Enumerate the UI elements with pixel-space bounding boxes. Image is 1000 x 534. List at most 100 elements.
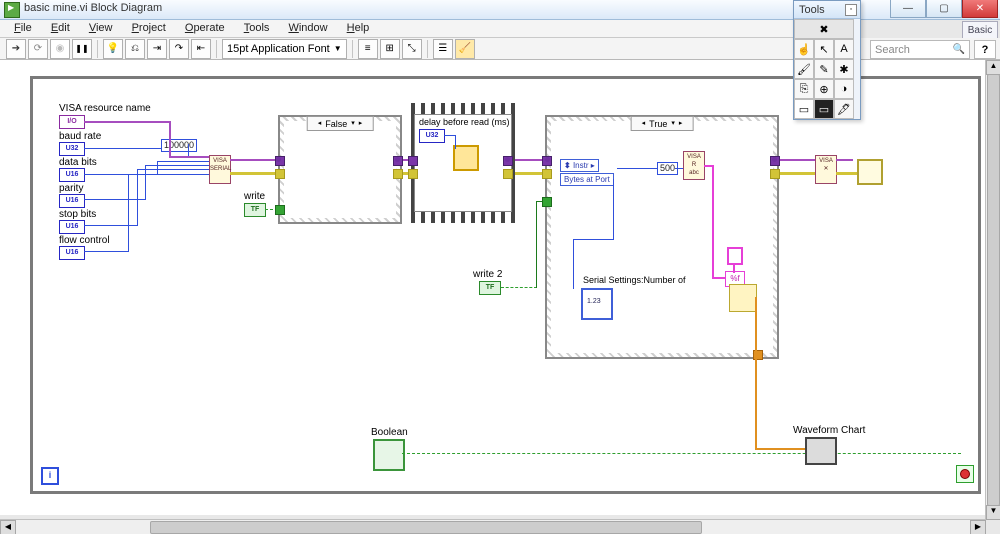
scroll-up-icon[interactable]: ▲ xyxy=(986,60,1000,75)
menu-operate[interactable]: Operate xyxy=(177,20,233,36)
pause-button[interactable] xyxy=(72,39,92,59)
write2-terminal[interactable]: TF xyxy=(479,281,501,295)
block-diagram-canvas[interactable]: VISA resource name I/O baud rate U32 dat… xyxy=(0,60,1000,515)
menu-view[interactable]: View xyxy=(81,20,121,36)
toolbar-separator xyxy=(97,40,98,58)
flow-control-terminal[interactable]: U16 xyxy=(59,246,85,260)
case-next-icon[interactable]: ▸ xyxy=(359,118,363,130)
visa-resource-terminal[interactable]: I/O xyxy=(59,115,85,129)
simple-error-handler-node[interactable] xyxy=(857,159,883,185)
search-input[interactable]: Search 🔍 xyxy=(870,40,970,59)
run-button[interactable] xyxy=(6,39,26,59)
case-selector-true[interactable]: ◂ True ▾ ▸ xyxy=(631,116,694,131)
tool-wiring[interactable]: 🖌 xyxy=(794,59,814,79)
wire xyxy=(157,161,209,162)
tool-coloring[interactable]: 🖋 xyxy=(834,99,854,119)
junction xyxy=(772,157,777,162)
abort-button[interactable] xyxy=(50,39,70,59)
distribute-button[interactable]: ⊞ xyxy=(380,39,400,59)
tool-scroll[interactable]: ✱ xyxy=(834,59,854,79)
context-help-button[interactable]: ? xyxy=(974,40,996,59)
tool-auto[interactable]: ✖ xyxy=(794,19,854,39)
tool-text[interactable]: A xyxy=(834,39,854,59)
align-button[interactable]: ≡ xyxy=(358,39,378,59)
tool-color-copy[interactable]: ◑ xyxy=(834,79,854,99)
tools-palette[interactable]: Tools ▫ ✖ ☝ ↖ A 🖌 ✎ ✱ ⎘ ⊕ ◑ ▭ ▭ 🖋 xyxy=(793,0,861,120)
palette-pin-icon[interactable]: ▫ xyxy=(845,4,857,16)
scroll-right-icon[interactable]: ▶ xyxy=(970,520,986,534)
while-loop[interactable]: VISA resource name I/O baud rate U32 dat… xyxy=(30,76,981,494)
scroll-thumb[interactable] xyxy=(150,521,702,534)
resize-button[interactable]: ⤡ xyxy=(402,39,422,59)
bytes-at-port-property[interactable]: Bytes at Port xyxy=(560,173,614,186)
wait-ms-node[interactable] xyxy=(453,145,479,171)
step-over-button[interactable]: ↷ xyxy=(169,39,189,59)
case-prev-icon[interactable]: ◂ xyxy=(318,118,322,130)
case-next-icon[interactable]: ▸ xyxy=(679,118,683,130)
waveform-chart-label: Waveform Chart xyxy=(793,425,865,436)
wire xyxy=(536,201,537,288)
baud-constant[interactable]: 100000 xyxy=(161,139,197,152)
case-structure-read[interactable]: ◂ True ▾ ▸ xyxy=(545,115,779,359)
step-into-button[interactable]: ⇥ xyxy=(147,39,167,59)
tool-fgcolor[interactable]: ▭ xyxy=(794,99,814,119)
tool-probe[interactable]: ⊕ xyxy=(814,79,834,99)
menu-tools[interactable]: Tools xyxy=(236,20,278,36)
menu-help[interactable]: Help xyxy=(339,20,378,36)
window-close-button[interactable]: ✕ xyxy=(962,0,998,18)
scroll-down-icon[interactable]: ▼ xyxy=(986,505,1000,520)
serial-settings-indicator[interactable] xyxy=(581,288,613,320)
flat-sequence[interactable]: delay before read (ms) U32 xyxy=(411,103,515,223)
tool-operate[interactable]: ☝ xyxy=(794,39,814,59)
highlight-exec-button[interactable] xyxy=(103,39,123,59)
waveform-chart-terminal[interactable] xyxy=(805,437,837,465)
delay-terminal[interactable]: U32 xyxy=(419,129,445,143)
tool-position[interactable]: ↖ xyxy=(814,39,834,59)
step-out-button[interactable]: ⇤ xyxy=(191,39,211,59)
string-constant[interactable] xyxy=(727,247,743,265)
chevron-down-icon[interactable]: ▾ xyxy=(351,118,355,130)
case-structure-write[interactable]: ◂ False ▾ ▸ xyxy=(278,115,402,224)
menu-edit[interactable]: Edit xyxy=(43,20,78,36)
menu-window[interactable]: Window xyxy=(280,20,335,36)
visa-read-node[interactable]: VISARabc xyxy=(683,151,705,180)
run-continuous-button[interactable] xyxy=(28,39,48,59)
wire xyxy=(501,287,537,288)
loop-iteration-terminal[interactable]: i xyxy=(41,467,59,485)
tool-bgcolor[interactable]: ▭ xyxy=(814,99,834,119)
tool-shortcut[interactable]: ✎ xyxy=(814,59,834,79)
wire xyxy=(145,165,209,166)
wire-visa xyxy=(169,156,209,158)
tool-breakpoint[interactable]: ⎘ xyxy=(794,79,814,99)
tools-palette-title[interactable]: Tools ▫ xyxy=(794,1,860,19)
font-selector[interactable]: 15pt Application Font ▼ xyxy=(222,39,347,59)
case-selector-false[interactable]: ◂ False ▾ ▸ xyxy=(307,116,374,131)
scroll-left-icon[interactable]: ◀ xyxy=(0,520,16,534)
boolean-control[interactable] xyxy=(373,439,405,471)
write-terminal[interactable]: TF xyxy=(244,203,266,217)
reorder-button[interactable]: ☰ xyxy=(433,39,453,59)
menu-bar: FFileile Edit View Project Operate Tools… xyxy=(0,20,844,38)
baud-rate-terminal[interactable]: U32 xyxy=(59,142,85,156)
scroll-thumb[interactable] xyxy=(987,74,1000,506)
chevron-down-icon[interactable]: ▾ xyxy=(671,118,675,130)
vertical-scrollbar[interactable]: ▲ ▼ xyxy=(985,60,1000,520)
stop-bits-terminal[interactable]: U16 xyxy=(59,220,85,234)
case-prev-icon[interactable]: ◂ xyxy=(642,118,646,130)
menu-file[interactable]: FFileile xyxy=(6,20,40,36)
visa-configure-serial-node[interactable]: VISASERIAL xyxy=(209,155,231,184)
scan-from-string-node[interactable] xyxy=(729,284,757,312)
retain-wires-button[interactable]: ⎌ xyxy=(125,39,145,59)
window-minimize-button[interactable]: — xyxy=(890,0,926,18)
loop-conditional-terminal[interactable] xyxy=(956,465,974,483)
parity-terminal[interactable]: U16 xyxy=(59,194,85,208)
wire xyxy=(137,169,138,226)
visa-close-node[interactable]: VISA✕ xyxy=(815,155,837,184)
data-bits-terminal[interactable]: U16 xyxy=(59,168,85,182)
instr-property-label[interactable]: ⬍ Instr ▸ xyxy=(560,159,599,172)
wire xyxy=(84,225,138,226)
menu-project[interactable]: Project xyxy=(124,20,174,36)
cleanup-button[interactable]: 🧹 xyxy=(455,39,475,59)
horizontal-scrollbar[interactable]: ◀ ▶ xyxy=(0,519,986,534)
window-maximize-button[interactable]: ▢ xyxy=(926,0,962,18)
